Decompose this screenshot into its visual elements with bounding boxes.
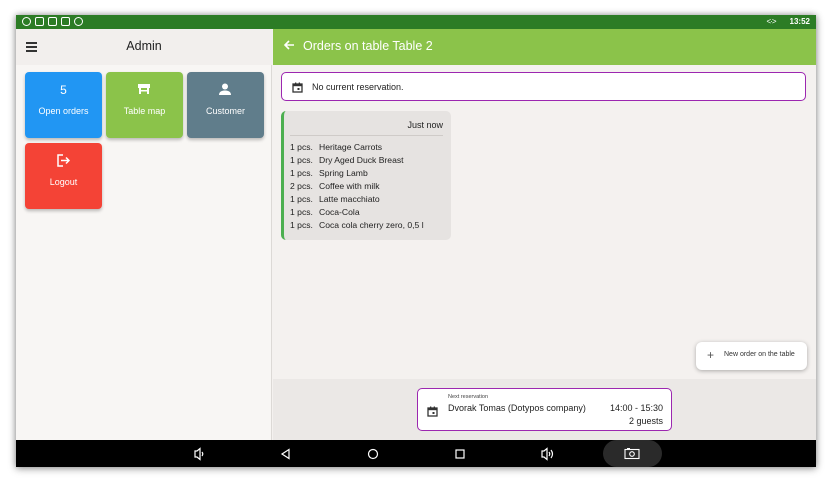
order-item: 1 pcs. Coca cola cherry zero, 0,5 l bbox=[290, 219, 424, 232]
tablet-screen: <·> 13:52 Admin 5 Open orders Table map bbox=[16, 15, 816, 467]
reservation-status: No current reservation. bbox=[312, 82, 404, 92]
table-map-tile[interactable]: Table map bbox=[106, 72, 183, 138]
table-map-label: Table map bbox=[123, 106, 166, 116]
order-item-name: Heritage Carrots bbox=[319, 142, 383, 152]
screenshot-icon bbox=[624, 448, 640, 460]
status-time: 13:52 bbox=[789, 17, 810, 26]
order-item: 1 pcs. Spring Lamb bbox=[290, 167, 424, 180]
order-items: 1 pcs. Heritage Carrots 1 pcs. Dry Aged Du… bbox=[290, 141, 424, 232]
logout-label: Logout bbox=[49, 177, 78, 187]
order-item: 2 pcs. Coffee with milk bbox=[290, 180, 424, 193]
app-icon bbox=[35, 17, 44, 26]
left-panel: Admin 5 Open orders Table map Customer L… bbox=[16, 29, 272, 440]
order-item-name: Spring Lamb bbox=[319, 168, 368, 178]
customer-tile[interactable]: Customer bbox=[187, 72, 264, 138]
table-icon bbox=[138, 84, 150, 94]
next-reservation-time: 14:00 - 15:30 bbox=[609, 403, 663, 413]
volume-up-icon[interactable] bbox=[538, 445, 556, 463]
order-divider bbox=[290, 135, 443, 136]
order-item-qty: 1 pcs. bbox=[290, 155, 313, 165]
eye-icon bbox=[22, 17, 31, 26]
order-item-name: Coca cola cherry zero, 0,5 l bbox=[319, 220, 424, 230]
open-orders-count: 5 bbox=[60, 83, 67, 97]
open-orders-tile[interactable]: 5 Open orders bbox=[25, 72, 102, 138]
status-bar: <·> 13:52 bbox=[16, 15, 816, 29]
logout-icon bbox=[57, 154, 70, 167]
customer-label: Customer bbox=[205, 106, 245, 116]
plus-icon: + bbox=[707, 348, 715, 362]
current-reservation-card[interactable]: No current reservation. bbox=[281, 72, 806, 101]
status-icons bbox=[22, 17, 83, 27]
app-icon bbox=[61, 17, 70, 26]
order-item: 1 pcs. Coca-Cola bbox=[290, 206, 424, 219]
order-card[interactable]: Just now 1 pcs. Heritage Carrots 1 pcs. Dr… bbox=[281, 111, 451, 240]
location-icon bbox=[74, 17, 83, 26]
next-reservation-caption: Next reservation bbox=[448, 394, 489, 400]
next-reservation-guests: 2 guests bbox=[628, 416, 663, 426]
left-header: Admin bbox=[16, 29, 272, 65]
back-icon[interactable] bbox=[277, 445, 295, 463]
order-item-qty: 2 pcs. bbox=[290, 181, 313, 191]
calendar-icon bbox=[292, 82, 303, 93]
new-order-label: New order on the table bbox=[724, 351, 795, 358]
person-icon bbox=[219, 83, 231, 95]
order-item-qty: 1 pcs. bbox=[290, 220, 313, 230]
order-item-qty: 1 pcs. bbox=[290, 207, 313, 217]
recents-icon[interactable] bbox=[451, 445, 469, 463]
back-arrow-icon[interactable] bbox=[283, 39, 295, 51]
logout-tile[interactable]: Logout bbox=[25, 143, 102, 209]
new-order-button[interactable]: + New order on the table bbox=[696, 342, 807, 370]
app-bar: Orders on table Table 2 bbox=[273, 29, 816, 65]
screenshot-button[interactable] bbox=[603, 440, 662, 467]
home-icon[interactable] bbox=[364, 445, 382, 463]
order-item-qty: 1 pcs. bbox=[290, 168, 313, 178]
order-item-name: Coffee with milk bbox=[319, 181, 380, 191]
arrows-icon: <·> bbox=[766, 17, 777, 26]
order-time: Just now bbox=[407, 120, 443, 130]
order-item: 1 pcs. Dry Aged Duck Breast bbox=[290, 154, 424, 167]
next-reservation-card[interactable]: Next reservation Dvorak Tomas (Dotypos c… bbox=[417, 388, 672, 431]
calendar-icon bbox=[427, 406, 438, 417]
navigation-bar bbox=[16, 440, 816, 467]
order-item: 1 pcs. Latte macchiato bbox=[290, 193, 424, 206]
next-reservation-name: Dvorak Tomas (Dotypos company) bbox=[448, 403, 586, 413]
order-item: 1 pcs. Heritage Carrots bbox=[290, 141, 424, 154]
order-item-name: Latte macchiato bbox=[319, 194, 380, 204]
order-item-qty: 1 pcs. bbox=[290, 194, 313, 204]
left-title: Admin bbox=[126, 39, 162, 53]
order-item-name: Coca-Cola bbox=[319, 207, 360, 217]
volume-down-icon[interactable] bbox=[190, 445, 208, 463]
order-item-name: Dry Aged Duck Breast bbox=[319, 155, 404, 165]
image-icon bbox=[48, 17, 57, 26]
open-orders-label: Open orders bbox=[38, 106, 89, 116]
order-item-qty: 1 pcs. bbox=[290, 142, 313, 152]
page-title: Orders on table Table 2 bbox=[303, 39, 433, 53]
